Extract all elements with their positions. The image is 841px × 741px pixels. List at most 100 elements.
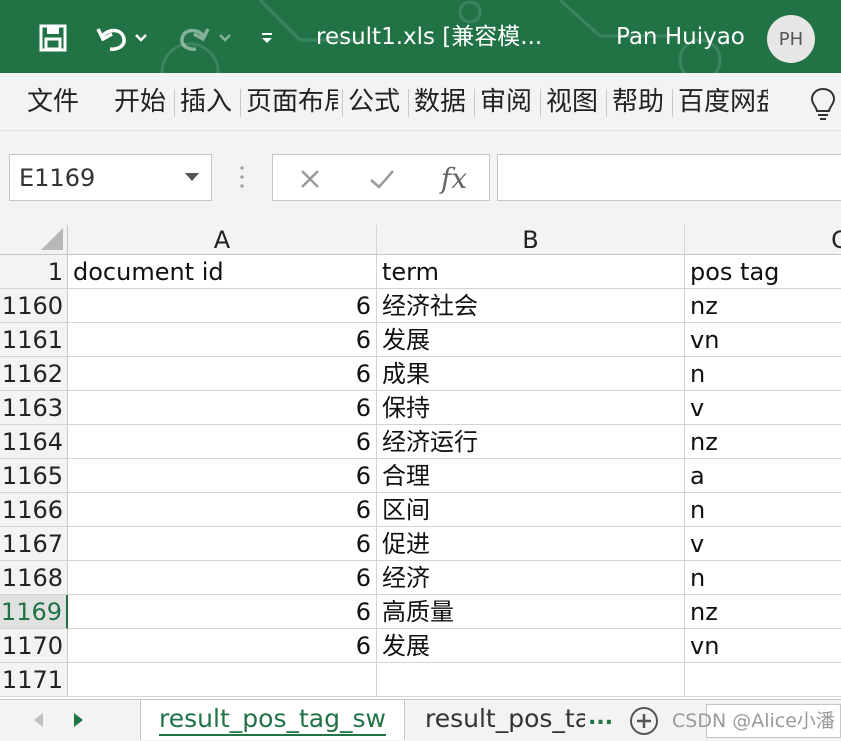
header-cell-pos-tag[interactable]: pos tag	[685, 255, 841, 289]
cell-term[interactable]: 经济	[377, 561, 685, 595]
row-header[interactable]: 1165	[0, 459, 68, 493]
name-box[interactable]: E1169	[9, 154, 212, 201]
add-sheet-icon[interactable]	[628, 705, 660, 737]
cell-pos-tag[interactable]: nz	[685, 595, 841, 629]
tab-separator	[540, 89, 541, 117]
redo-button[interactable]	[172, 18, 236, 58]
tab-separator	[672, 89, 673, 117]
cell-pos-tag[interactable]: nz	[685, 289, 841, 323]
sheet-tab-active[interactable]: result_pos_tag_sw	[140, 700, 405, 740]
cell-term[interactable]: 合理	[377, 459, 685, 493]
column-header-c[interactable]: C	[685, 225, 841, 255]
cell-pos-tag[interactable]: vn	[685, 323, 841, 357]
cell-document-id[interactable]: 6	[68, 493, 377, 527]
column-header-a[interactable]: A	[68, 225, 377, 255]
next-sheet-icon[interactable]	[74, 713, 83, 727]
cell-pos-tag[interactable]: a	[685, 459, 841, 493]
cell-document-id[interactable]: 6	[68, 289, 377, 323]
tab-help[interactable]: 帮助	[612, 85, 668, 119]
tab-file[interactable]: 文件	[27, 85, 83, 119]
tab-view[interactable]: 视图	[546, 85, 602, 119]
cell-pos-tag[interactable]	[685, 663, 841, 697]
cell-term[interactable]: 经济运行	[377, 425, 685, 459]
tab-home[interactable]: 开始	[114, 85, 170, 119]
row-header[interactable]: 1	[0, 255, 68, 289]
formula-input[interactable]	[497, 154, 841, 201]
cell-term[interactable]: 区间	[377, 493, 685, 527]
row-header[interactable]: 1163	[0, 391, 68, 425]
cell-pos-tag[interactable]: n	[685, 357, 841, 391]
cell-document-id[interactable]: 6	[68, 425, 377, 459]
row-header[interactable]: 1164	[0, 425, 68, 459]
cell-pos-tag[interactable]: n	[685, 561, 841, 595]
tab-page-layout[interactable]: 页面布局	[246, 85, 338, 119]
row-header[interactable]: 1160	[0, 289, 68, 323]
tab-data[interactable]: 数据	[414, 85, 470, 119]
cell-document-id[interactable]: 6	[68, 561, 377, 595]
select-all-button[interactable]	[0, 225, 68, 255]
row-header[interactable]: 1167	[0, 527, 68, 561]
user-name[interactable]: Pan Huiyao	[616, 22, 745, 52]
lightbulb-icon[interactable]	[808, 86, 838, 122]
cell-term[interactable]: 经济社会	[377, 289, 685, 323]
cell-pos-tag[interactable]: v	[685, 391, 841, 425]
tab-separator	[240, 89, 241, 117]
cell-document-id[interactable]: 6	[68, 391, 377, 425]
cell-document-id[interactable]	[68, 663, 377, 697]
header-cell-term[interactable]: term	[377, 255, 685, 289]
enter-button[interactable]	[359, 155, 405, 202]
tab-review[interactable]: 审阅	[480, 85, 536, 119]
tab-separator	[408, 89, 409, 117]
cell-term[interactable]: 成果	[377, 357, 685, 391]
cell-document-id[interactable]: 6	[68, 629, 377, 663]
row-header[interactable]: 1169	[0, 595, 68, 629]
row-header[interactable]: 1171	[0, 663, 68, 697]
save-button[interactable]	[33, 18, 73, 58]
header-cell-document-id[interactable]: document id	[68, 255, 377, 289]
cell-pos-tag[interactable]: v	[685, 527, 841, 561]
row-header[interactable]: 1170	[0, 629, 68, 663]
cell-term[interactable]: 高质量	[377, 595, 685, 629]
redo-icon	[180, 28, 231, 51]
tab-insert[interactable]: 插入	[180, 85, 236, 119]
cell-document-id[interactable]: 6	[68, 459, 377, 493]
save-icon	[39, 24, 67, 52]
prev-sheet-icon[interactable]	[34, 713, 43, 727]
cell-pos-tag[interactable]: nz	[685, 425, 841, 459]
undo-icon	[96, 28, 147, 51]
cell-document-id[interactable]: 6	[68, 527, 377, 561]
insert-function-button[interactable]: fx	[429, 155, 479, 202]
tab-separator	[174, 89, 175, 117]
column-header-b[interactable]: B	[377, 225, 685, 255]
customize-qat-icon	[262, 33, 272, 43]
drag-handle-icon[interactable]	[240, 165, 244, 189]
cell-term[interactable]: 促进	[377, 527, 685, 561]
row-header[interactable]: 1166	[0, 493, 68, 527]
sheet-tab-other[interactable]: result_pos_tag	[425, 700, 585, 740]
cell-term[interactable]: 发展	[377, 629, 685, 663]
cancel-button[interactable]	[287, 155, 333, 202]
title-bar: result1.xls [兼容模... Pan Huiyao PH	[0, 0, 841, 73]
cell-term[interactable]: 保持	[377, 391, 685, 425]
customize-qat-button[interactable]	[256, 18, 278, 58]
more-sheets-button[interactable]: ...	[588, 700, 613, 736]
cell-pos-tag[interactable]: vn	[685, 629, 841, 663]
check-icon	[370, 169, 394, 189]
spreadsheet-grid: A B C 1 document id term pos tag 1160 6 经济社会 nz…	[0, 225, 841, 699]
cell-document-id[interactable]: 6	[68, 323, 377, 357]
row-header[interactable]: 1162	[0, 357, 68, 391]
cell-pos-tag[interactable]: n	[685, 493, 841, 527]
chevron-down-icon[interactable]	[185, 173, 199, 181]
cell-document-id[interactable]: 6	[68, 357, 377, 391]
sheet-tab-bar: result_pos_tag_sw result_pos_tag ... CSD…	[0, 699, 841, 741]
undo-button[interactable]	[92, 18, 152, 58]
cell-document-id[interactable]: 6	[68, 595, 377, 629]
row-header[interactable]: 1161	[0, 323, 68, 357]
row-header[interactable]: 1168	[0, 561, 68, 595]
formula-buttons: fx	[272, 154, 490, 201]
avatar[interactable]: PH	[767, 15, 815, 63]
tab-formulas[interactable]: 公式	[348, 85, 404, 119]
cell-term[interactable]	[377, 663, 685, 697]
cell-term[interactable]: 发展	[377, 323, 685, 357]
tab-baidu-netdisk[interactable]: 百度网盘	[678, 85, 768, 119]
